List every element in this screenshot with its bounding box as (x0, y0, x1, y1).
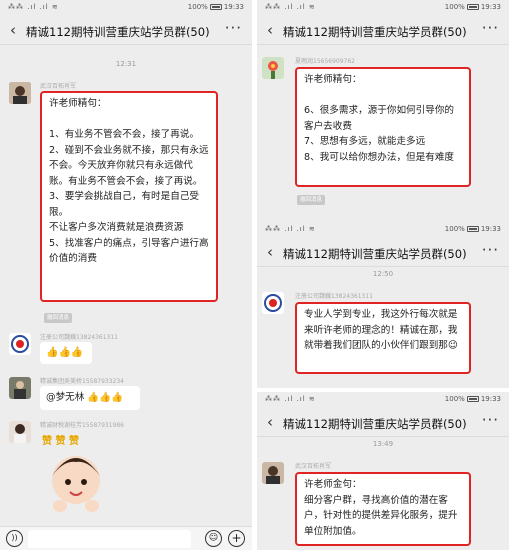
battery-icon (209, 4, 222, 10)
more-icon[interactable]: ··· (225, 19, 242, 37)
chat-pane-right-top: ⁂⁂ .ıl .ıl ≋ 100% 19:33 ‹ 精诚112期特训营重庆站学员群… (257, 0, 509, 222)
message-bubble[interactable]: 许老师精句： 6、很多需求，源于你如何引导你的客户去收费 7、思想有多远，就能走… (295, 67, 471, 187)
battery-icon (466, 226, 479, 232)
avatar-photo (262, 57, 284, 79)
recall-label: 撤回消息 (297, 195, 326, 205)
message-bubble[interactable]: @梦无林 👍👍👍 (40, 386, 140, 410)
message-time: 12:31 (115, 60, 137, 68)
avatar[interactable] (9, 377, 31, 399)
status-right: 100% 19:33 (444, 225, 501, 233)
signal-icons: ⁂⁂ .ıl .ıl ≋ (265, 395, 316, 403)
back-icon[interactable]: ‹ (10, 21, 16, 39)
chat-pane-left: ⁂⁂ .ıl .ıl ≋ 100% 19:33 ‹ 精诚112期特训营重庆站学员群… (0, 0, 252, 550)
avatar-photo (262, 462, 284, 484)
avatar[interactable] (262, 57, 284, 79)
chat-title: 精诚112期特训营重庆站学员群(50) (26, 25, 210, 39)
avatar-photo (9, 421, 31, 443)
more-icon[interactable]: ··· (482, 411, 499, 429)
sender-name: 武汉百拓肖军 (295, 463, 332, 470)
status-bar: ⁂⁂ .ıl .ıl ≋ 100% 19:33 (257, 392, 509, 407)
sender-name: 精诚集团吴美桥15587933234 (40, 378, 124, 385)
message-bubble[interactable]: 许老师金句： 细分客户群，寻找高价值的潜在客户，针对性的提供差异化服务，提升单位… (295, 472, 471, 546)
chat-title: 精诚112期特训营重庆站学员群(50) (283, 25, 467, 39)
sticker[interactable]: 赞 赞 赞 (40, 430, 112, 520)
message-time: 13:49 (372, 440, 394, 448)
avatar-logo (262, 292, 284, 314)
message-text: 许老师金句： 细分客户群，寻找高价值的潜在客户，针对性的提供差异化服务，提升单位… (304, 479, 458, 537)
plus-icon[interactable]: + (228, 530, 245, 547)
message-text: @梦无林 👍👍👍 (46, 392, 124, 403)
avatar-photo (9, 377, 31, 399)
avatar[interactable] (262, 292, 284, 314)
message-bubble[interactable]: 许老师精句： 1、有业务不管会不会，接了再说。 2、碰到不会业务就不接，那只有永… (40, 91, 218, 302)
chat-title: 精诚112期特训营重庆站学员群(50) (283, 247, 467, 261)
back-icon[interactable]: ‹ (267, 413, 273, 431)
sender-name: 武汉百拓肖军 (40, 83, 77, 90)
status-bar: ⁂⁂ .ıl .ıl ≋ 100% 19:33 (257, 0, 509, 15)
message-time: 12:50 (372, 270, 394, 278)
avatar-logo (9, 333, 31, 355)
status-bar: ⁂⁂ .ıl .ıl ≋ 100% 19:33 (257, 222, 509, 237)
message-bubble[interactable]: 👍👍👍 (40, 342, 92, 364)
message-text: 专业人学到专业，我这外行每次就是来听许老师的理念的！精诚在那，我就带着我们团队的… (304, 309, 458, 351)
chat-header: ‹ 精诚112期特训营重庆站学员群(50) ··· (257, 15, 509, 45)
chat-title: 精诚112期特训营重庆站学员群(50) (283, 417, 467, 431)
more-icon[interactable]: ··· (482, 241, 499, 259)
sender-name: 精诚财税谢桂芳15587931986 (40, 422, 124, 429)
message-input[interactable] (28, 530, 191, 548)
recall-label: 撤回消息 (44, 313, 73, 323)
message-text: 许老师精句： 1、有业务不管会不会，接了再说。 2、碰到不会业务就不接，那只有永… (49, 98, 209, 264)
avatar-photo (9, 82, 31, 104)
battery-icon (466, 4, 479, 10)
sender-name: 注册公司魏巍13824361311 (40, 334, 118, 341)
chat-header: ‹ 精诚112期特训营重庆站学员群(50) ··· (257, 237, 509, 267)
emoji-icon[interactable]: ☺ (205, 530, 222, 547)
battery-icon (466, 396, 479, 402)
sender-name: 夏雨润15656909762 (295, 58, 355, 65)
message-text: 许老师精句： 6、很多需求，源于你如何引导你的客户去收费 7、思想有多远，就能走… (304, 74, 455, 163)
avatar[interactable] (9, 421, 31, 443)
message-text: 👍👍👍 (46, 347, 84, 358)
status-right: 100% 19:33 (444, 395, 501, 403)
status-bar: ⁂⁂ .ıl .ıl ≋ 100% 19:33 (0, 0, 252, 15)
message-bubble[interactable]: 专业人学到专业，我这外行每次就是来听许老师的理念的！精诚在那，我就带着我们团队的… (295, 302, 471, 374)
voice-icon[interactable]: )) (6, 530, 23, 547)
avatar[interactable] (262, 462, 284, 484)
back-icon[interactable]: ‹ (267, 243, 273, 261)
chat-pane-right-middle: ⁂⁂ .ıl .ıl ≋ 100% 19:33 ‹ 精诚112期特训营重庆站学员群… (257, 222, 509, 388)
chat-header: ‹ 精诚112期特训营重庆站学员群(50) ··· (257, 407, 509, 437)
back-icon[interactable]: ‹ (267, 21, 273, 39)
signal-icons: ⁂⁂ .ıl .ıl ≋ (8, 3, 59, 11)
sticker-text: 赞 赞 赞 (42, 436, 79, 447)
signal-icons: ⁂⁂ .ıl .ıl ≋ (265, 3, 316, 11)
signal-icons: ⁂⁂ .ıl .ıl ≋ (265, 225, 316, 233)
avatar[interactable] (9, 82, 31, 104)
avatar[interactable] (9, 333, 31, 355)
status-right: 100% 19:33 (187, 3, 244, 11)
input-bar: )) ☺ + (0, 526, 252, 550)
more-icon[interactable]: ··· (482, 19, 499, 37)
sender-name: 注册公司魏巍13824361311 (295, 293, 373, 300)
chat-pane-right-bottom: ⁂⁂ .ıl .ıl ≋ 100% 19:33 ‹ 精诚112期特训营重庆站学员群… (257, 392, 509, 550)
status-right: 100% 19:33 (444, 3, 501, 11)
chat-header: ‹ 精诚112期特训营重庆站学员群(50) ··· (0, 15, 252, 45)
